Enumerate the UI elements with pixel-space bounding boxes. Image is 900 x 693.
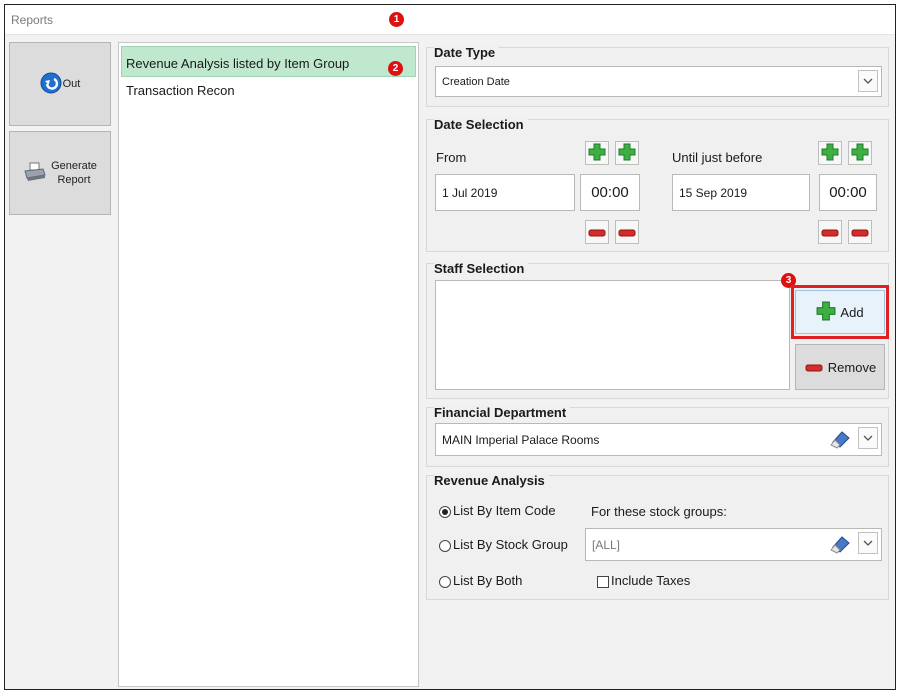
from-label: From [436, 150, 467, 165]
minus-icon [821, 225, 839, 240]
until-time-value: 00:00 [829, 184, 867, 201]
list-item-revenue-analysis[interactable]: Revenue Analysis listed by Item Group 2 [121, 46, 416, 77]
date-selection-group: Date Selection From 1 Jul 2019 00:00 Unt… [426, 117, 889, 252]
list-item-label: Revenue Analysis listed by Item Group [126, 56, 350, 71]
from-date-value: 1 Jul 2019 [442, 185, 498, 200]
checkbox-unchecked-icon [597, 575, 609, 588]
remove-label: Remove [827, 359, 877, 375]
until-date-value: 15 Sep 2019 [679, 185, 748, 200]
radio-list-by-stock-group[interactable]: List By Stock Group [439, 537, 568, 552]
stock-groups-select[interactable]: [ALL] [585, 528, 882, 561]
revenue-analysis-title: Revenue Analysis [434, 473, 549, 488]
date-type-title: Date Type [434, 45, 500, 60]
annotation-badge-1: 1 [389, 12, 404, 27]
back-arrow-icon [40, 72, 62, 97]
financial-department-group: Financial Department MAIN Imperial Palac… [426, 405, 889, 467]
printer-icon [23, 161, 47, 186]
add-button-highlight [791, 285, 889, 339]
generate-report-line1: Generate [51, 160, 97, 172]
minus-icon [618, 225, 636, 240]
include-taxes-label: Include Taxes [611, 573, 691, 588]
generate-report-label: Generate Report [51, 159, 97, 187]
financial-department-value: MAIN Imperial Palace Rooms [442, 432, 600, 447]
list-item-label: Transaction Recon [126, 83, 235, 98]
minus-icon [804, 360, 824, 375]
radio-unselected-icon [439, 539, 451, 552]
radio-label: List By Both [453, 573, 523, 588]
report-list: Revenue Analysis listed by Item Group 2 … [118, 42, 419, 687]
title-bar: Reports 1 [5, 5, 895, 35]
minus-icon [851, 225, 869, 240]
until-date-decrement-button[interactable] [818, 220, 842, 244]
out-button[interactable]: Out [9, 42, 111, 126]
date-type-group: Date Type Creation Date [426, 45, 889, 107]
radio-label: List By Item Code [453, 503, 556, 518]
chevron-down-icon[interactable] [858, 70, 878, 92]
until-time-input[interactable]: 00:00 [819, 174, 877, 211]
remove-staff-button[interactable]: Remove [795, 344, 885, 390]
window-title: Reports [11, 13, 54, 27]
radio-unselected-icon [439, 575, 451, 588]
include-taxes-checkbox[interactable]: Include Taxes [597, 573, 690, 588]
radio-selected-icon [439, 505, 451, 518]
date-type-select[interactable]: Creation Date [435, 66, 882, 97]
until-date-increment-button[interactable] [818, 141, 842, 165]
generate-report-line2: Report [57, 174, 91, 186]
revenue-analysis-group: Revenue Analysis List By Item Code For t… [426, 473, 889, 600]
radio-list-by-both[interactable]: List By Both [439, 573, 522, 588]
radio-list-by-item-code[interactable]: List By Item Code [439, 503, 556, 518]
from-date-input[interactable]: 1 Jul 2019 [435, 174, 575, 211]
generate-report-button[interactable]: Generate Report [9, 131, 111, 215]
from-date-decrement-button[interactable] [585, 220, 609, 244]
stock-groups-value: [ALL] [592, 537, 621, 552]
plus-icon [821, 143, 839, 164]
stock-groups-label: For these stock groups: [591, 504, 727, 519]
staff-list-box[interactable] [435, 280, 790, 390]
financial-department-title: Financial Department [434, 405, 571, 420]
minus-icon [588, 225, 606, 240]
plus-icon [851, 143, 869, 164]
until-time-decrement-button[interactable] [848, 220, 872, 244]
from-time-increment-button[interactable] [615, 141, 639, 165]
staff-selection-group: Staff Selection 3 Add Remove [426, 261, 889, 399]
until-date-input[interactable]: 15 Sep 2019 [672, 174, 810, 211]
date-selection-title: Date Selection [434, 117, 528, 132]
radio-label: List By Stock Group [453, 537, 568, 552]
until-label: Until just before [672, 150, 763, 165]
from-time-value: 00:00 [591, 184, 629, 201]
annotation-badge-2: 2 [388, 61, 403, 76]
plus-icon [588, 143, 606, 164]
date-type-value: Creation Date [442, 75, 510, 88]
until-time-increment-button[interactable] [848, 141, 872, 165]
from-time-decrement-button[interactable] [615, 220, 639, 244]
from-date-increment-button[interactable] [585, 141, 609, 165]
list-item-transaction-recon[interactable]: Transaction Recon [119, 77, 418, 108]
chevron-down-icon[interactable] [858, 427, 878, 449]
from-time-input[interactable]: 00:00 [580, 174, 640, 211]
eraser-icon[interactable] [829, 429, 851, 452]
staff-selection-title: Staff Selection [434, 261, 529, 276]
financial-department-select[interactable]: MAIN Imperial Palace Rooms [435, 423, 882, 456]
eraser-icon[interactable] [829, 534, 851, 557]
out-label: Out [62, 78, 81, 90]
chevron-down-icon[interactable] [858, 532, 878, 554]
plus-icon [618, 143, 636, 164]
reports-window: Reports 1 Out Generate Report Revenue An… [4, 4, 896, 690]
